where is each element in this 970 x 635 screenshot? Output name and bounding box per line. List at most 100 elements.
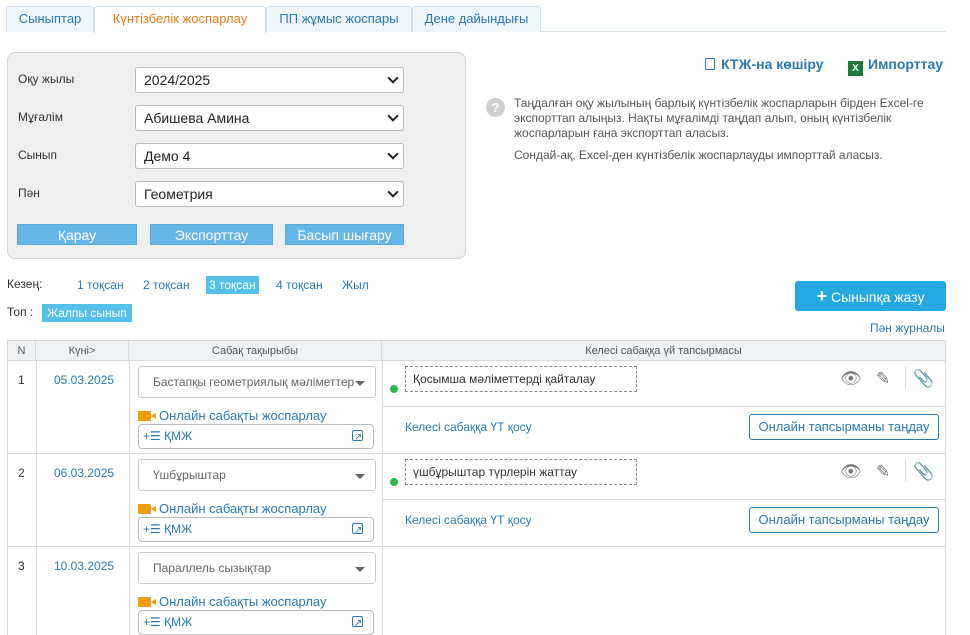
year-label: Оқу жылы [18, 72, 75, 86]
homework-text[interactable]: Қосымша мәліметтерді қайталау [405, 366, 637, 392]
video-camera-icon [138, 597, 156, 607]
subject-label: Пән [18, 186, 40, 200]
tab-classes[interactable]: Сыныптар [6, 6, 94, 32]
year-value: 2024/2025 [144, 72, 211, 88]
external-link-icon[interactable] [352, 519, 363, 542]
row-date[interactable]: 05.03.2025 [54, 373, 114, 387]
divider [129, 361, 130, 453]
video-camera-icon [138, 504, 156, 514]
status-dot [390, 478, 398, 486]
import-link[interactable]: X Импорттау [848, 56, 943, 76]
copy-icon [705, 58, 715, 70]
period-q4[interactable]: 4 тоқсан [273, 276, 326, 294]
group-badge[interactable]: Жалпы сынып [42, 304, 132, 322]
class-select[interactable]: Демо 4 [135, 143, 404, 169]
video-camera-icon [138, 411, 156, 421]
col-topic: Сабақ тақырыбы [129, 341, 382, 362]
homework-text[interactable]: үшбұрыштар түрлерін жаттау [405, 459, 637, 485]
class-label: Сынып [18, 148, 58, 162]
online-lesson-link[interactable]: Онлайн сабақты жоспарлау [138, 594, 327, 609]
paperclip-icon[interactable]: 📎 [913, 462, 934, 482]
write-to-class-button[interactable]: + Сыныпқа жазу [795, 281, 946, 311]
period-q1[interactable]: 1 тоқсан [74, 276, 127, 294]
import-label: Импорттау [868, 56, 944, 72]
topic-value: Бастапқы геометриялық мәліметтер [153, 375, 355, 389]
tab-physical-training[interactable]: Дене дайындығы [412, 6, 541, 32]
lesson-table: N Күні> Сабақ тақырыбы Келесі сабаққа үй… [7, 340, 946, 635]
divider [383, 499, 945, 500]
chevron-down-icon [387, 186, 399, 198]
tab-bar: Сыныптар Күнтізбелік жоспарлау ПП жұмыс … [6, 6, 946, 33]
table-row: 3 10.03.2025 Параллель сызықтар Онлайн с… [8, 547, 945, 635]
add-homework-link[interactable]: Келесі сабаққа ҮТ қосу [405, 420, 532, 434]
divider [129, 547, 130, 635]
row-number: 2 [18, 466, 25, 480]
copy-plan-label: КТЖ-на көшіру [721, 56, 824, 72]
class-value: Демо 4 [144, 148, 191, 164]
subject-select[interactable]: Геометрия [135, 181, 404, 207]
topic-select[interactable]: Үшбұрыштар [138, 459, 376, 491]
row-date[interactable]: 10.03.2025 [54, 559, 114, 573]
kmzh-field[interactable]: +☰ ҚМЖ [138, 610, 374, 635]
row-date[interactable]: 06.03.2025 [54, 466, 114, 480]
online-lesson-link[interactable]: Онлайн сабақты жоспарлау [138, 501, 327, 516]
tab-work-plan[interactable]: ПП жұмыс жоспары [266, 6, 412, 32]
subject-journal-link[interactable]: Пән журналы [870, 321, 945, 335]
topic-select[interactable]: Параллель сызықтар [138, 552, 376, 584]
table-header: N Күні> Сабақ тақырыбы Келесі сабаққа үй… [8, 340, 945, 362]
topic-select[interactable]: Бастапқы геометриялық мәліметтер [138, 366, 376, 398]
help-icon: ? [486, 98, 505, 117]
kmzh-field[interactable]: +☰ ҚМЖ [138, 517, 374, 542]
table-row: 1 05.03.2025 Бастапқы геометриялық мәлім… [8, 361, 945, 454]
info-line-2: Сондай-ақ, Excel-ден күнтізбелік жоспарл… [514, 148, 883, 162]
external-link-icon[interactable] [352, 612, 363, 635]
copy-plan-link[interactable]: КТЖ-на көшіру [705, 56, 824, 72]
teacher-select[interactable]: Абишева Амина [135, 105, 404, 131]
period-q3[interactable]: 3 тоқсан [206, 276, 259, 294]
export-button[interactable]: Экспорттау [150, 224, 273, 245]
teacher-label: Мұғалім [18, 110, 63, 124]
excel-icon: X [848, 61, 863, 76]
divider [36, 361, 37, 453]
eye-icon[interactable]: 👁 [840, 462, 862, 482]
divider [129, 454, 130, 546]
divider [905, 460, 906, 482]
divider [382, 547, 383, 635]
period-q2[interactable]: 2 тоқсан [140, 276, 193, 294]
pencil-icon[interactable]: ✎ [876, 369, 890, 389]
pencil-icon[interactable]: ✎ [876, 462, 890, 482]
plus-icon: + [816, 286, 827, 306]
col-date[interactable]: Күні> [36, 341, 129, 362]
view-button[interactable]: Қарау [17, 224, 137, 245]
chevron-down-icon [387, 110, 399, 122]
divider [382, 454, 383, 546]
print-button[interactable]: Басып шығару [285, 224, 404, 245]
divider [382, 361, 383, 453]
row-number: 3 [18, 559, 25, 573]
caret-down-icon [355, 381, 365, 386]
paperclip-icon[interactable]: 📎 [913, 369, 934, 389]
col-homework: Келесі сабаққа үй тапсырмасы [585, 345, 742, 357]
divider [36, 454, 37, 546]
group-label: Топ : [7, 305, 34, 319]
add-homework-link[interactable]: Келесі сабаққа ҮТ қосу [405, 513, 532, 527]
kmzh-field[interactable]: +☰ ҚМЖ [138, 424, 374, 449]
external-link-icon[interactable] [352, 426, 363, 449]
online-lesson-link[interactable]: Онлайн сабақты жоспарлау [138, 408, 327, 423]
eye-icon[interactable]: 👁 [840, 369, 862, 389]
table-row: 2 06.03.2025 Үшбұрыштар Онлайн сабақты ж… [8, 454, 945, 547]
write-to-class-label: Сыныпқа жазу [830, 289, 925, 305]
choose-online-task-button[interactable]: Онлайн тапсырманы таңдау [749, 507, 939, 533]
choose-online-task-button[interactable]: Онлайн тапсырманы таңдау [749, 414, 939, 440]
row-number: 1 [18, 373, 25, 387]
caret-down-icon [355, 474, 365, 479]
info-line-1: Таңдалған оқу жылының барлық күнтізбелік… [514, 96, 924, 140]
col-n: N [8, 341, 36, 362]
online-lesson-label: Онлайн сабақты жоспарлау [159, 594, 327, 609]
divider [383, 406, 945, 407]
tab-calendar-planning[interactable]: Күнтізбелік жоспарлау [94, 6, 266, 33]
teacher-value: Абишева Амина [144, 110, 250, 126]
period-year[interactable]: Жыл [339, 276, 372, 294]
divider [36, 547, 37, 635]
year-select[interactable]: 2024/2025 [135, 67, 404, 93]
